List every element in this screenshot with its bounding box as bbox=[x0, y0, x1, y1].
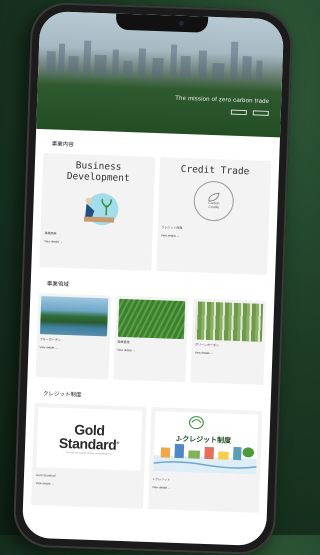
birch-forest-image bbox=[195, 301, 264, 342]
credit-cards: Gold Standard® The best standard for cli… bbox=[31, 402, 263, 513]
project-cards: ブルーカーボン View details → 森林管理 View details… bbox=[35, 293, 267, 385]
credit-name: Gold Standard bbox=[35, 473, 56, 478]
notch bbox=[115, 13, 209, 33]
card-link[interactable]: View details → bbox=[36, 481, 140, 489]
project-card-forest-management[interactable]: 森林管理 View details → bbox=[113, 295, 189, 383]
j-credit-wordmark: J-クレジット制度 bbox=[175, 435, 232, 445]
card-link[interactable]: View details → bbox=[44, 239, 148, 247]
business-card-credit-trade[interactable]: Credit Trade Carbon Credits クレジット売買 View… bbox=[155, 157, 272, 275]
section-title-business: 事業内容 bbox=[51, 141, 74, 149]
carbon-credits-badge: Carbon Credits bbox=[162, 179, 267, 223]
card-link[interactable]: View details → bbox=[161, 233, 265, 241]
card-link[interactable]: View details → bbox=[195, 351, 262, 357]
hero-button-secondary[interactable] bbox=[252, 110, 269, 116]
phone-screen: The mission of zero carbon trade 事業内容 Bu… bbox=[21, 10, 285, 547]
hero-overlay: The mission of zero carbon trade bbox=[175, 95, 270, 116]
card-category: 事業開発 bbox=[44, 231, 57, 236]
card-heading: Business Development bbox=[66, 160, 130, 185]
credit-card-gold-standard[interactable]: Gold Standard® The best standard for cli… bbox=[31, 402, 147, 509]
project-title: グリーンカーボン bbox=[194, 342, 219, 348]
badge-text: Carbon Credits bbox=[208, 200, 220, 210]
lake-forest-image bbox=[39, 296, 108, 337]
section-title-credits: クレジット制度 bbox=[42, 391, 82, 399]
card-category: クレジット売買 bbox=[161, 225, 183, 230]
credit-card-j-credit[interactable]: J-クレジット制度 J-クレジット View details → bbox=[147, 407, 263, 513]
tree-rows-image bbox=[117, 298, 186, 340]
project-title: 森林管理 bbox=[117, 339, 130, 345]
card-link[interactable]: View details → bbox=[39, 345, 106, 351]
page-content: 事業内容 Business Development 事業開発 View deta… bbox=[23, 139, 280, 513]
hero-tagline: The mission of zero carbon trade bbox=[175, 95, 270, 105]
project-title: ブルーカーボン bbox=[39, 337, 61, 342]
business-card-development[interactable]: Business Development 事業開発 View details → bbox=[39, 153, 155, 271]
camera-icon bbox=[178, 20, 185, 26]
project-card-blue-carbon[interactable]: ブルーカーボン View details → bbox=[35, 293, 112, 380]
card-heading: Credit Trade bbox=[180, 163, 250, 178]
hero-button-primary[interactable] bbox=[230, 109, 247, 116]
project-card-green-carbon[interactable]: グリーンカーボン View details → bbox=[190, 298, 267, 385]
gold-standard-logo: Gold Standard® The best standard for cli… bbox=[36, 407, 142, 471]
hero-buttons bbox=[175, 108, 269, 116]
card-link[interactable]: View details → bbox=[117, 348, 184, 354]
business-cards: Business Development 事業開発 View details →… bbox=[39, 153, 272, 275]
j-credit-logo: J-クレジット制度 bbox=[152, 411, 259, 475]
phone-mockup: The mission of zero carbon trade 事業内容 Bu… bbox=[12, 1, 294, 555]
section-title-projects: 事業領域 bbox=[46, 281, 69, 289]
credit-name: J-クレジット bbox=[152, 477, 171, 482]
card-link[interactable]: View details → bbox=[152, 485, 256, 493]
gold-standard-wordmark: Gold Standard® bbox=[58, 421, 120, 453]
city-skyline bbox=[38, 33, 283, 81]
planting-illustration bbox=[83, 193, 119, 226]
